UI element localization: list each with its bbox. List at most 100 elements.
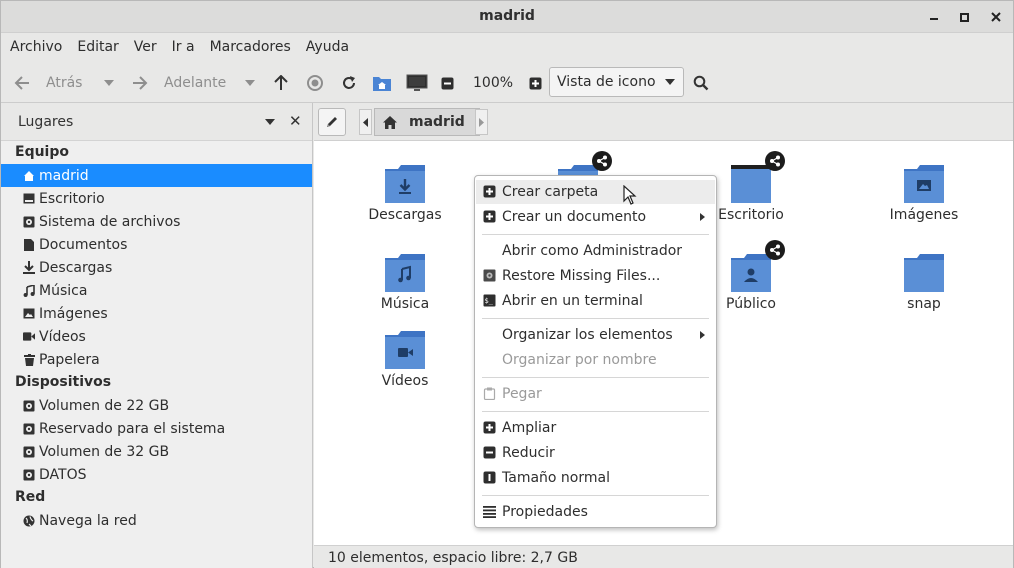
minimize-button[interactable] (925, 8, 943, 26)
sidebar-item-escritorio[interactable]: Escritorio (1, 187, 312, 210)
document-icon (23, 238, 35, 251)
menu-editar[interactable]: Editar (77, 39, 118, 55)
forward-history-dropdown[interactable] (245, 71, 255, 95)
reload-button[interactable] (341, 71, 357, 95)
menu-separator (482, 411, 709, 412)
forward-label: Adelante (164, 75, 227, 91)
back-history-dropdown[interactable] (104, 71, 114, 95)
home-folder-button[interactable] (372, 71, 392, 95)
menu-item-organizar-por-nombre: Organizar por nombre (476, 348, 715, 372)
menu-ir-a[interactable]: Ir a (172, 39, 195, 55)
menu-item-propiedades[interactable]: Propiedades (476, 500, 715, 524)
music-icon (23, 284, 35, 297)
video-icon (23, 330, 35, 343)
sidebar-item-datos[interactable]: DATOS (1, 463, 312, 486)
zoom-out-button[interactable] (441, 71, 454, 95)
trash-icon (23, 353, 35, 366)
menu-item-crear-carpeta[interactable]: Crear carpeta (476, 180, 715, 204)
menu-item-reducir[interactable]: Reducir (476, 441, 715, 465)
paste-icon (483, 387, 496, 400)
sidebar-item-label: Escritorio (39, 190, 105, 207)
sidebar-item-navega-la-red[interactable]: Navega la red (1, 509, 312, 532)
sidebar-mode-dropdown[interactable] (265, 119, 275, 125)
menu-separator (482, 318, 709, 319)
up-button[interactable] (274, 71, 288, 95)
menu-item-label: Abrir en un terminal (502, 293, 643, 309)
add-icon (483, 185, 496, 198)
sidebar-item-label: Vídeos (39, 328, 86, 345)
menu-archivo[interactable]: Archivo (10, 39, 62, 55)
drive-icon (23, 215, 35, 228)
crumb-scroll-right[interactable] (475, 109, 488, 135)
file-item-imagenes[interactable]: Imágenes (864, 165, 984, 223)
chevron-right-icon (479, 117, 484, 127)
forward-button[interactable]: Adelante (132, 71, 226, 95)
sidebar-item-documentos[interactable]: Documentos (1, 233, 312, 256)
computer-button[interactable] (406, 71, 428, 95)
menu-item-restore-missing-files[interactable]: Restore Missing Files... (476, 264, 715, 288)
zoom-in-button[interactable] (529, 71, 542, 95)
edit-location-button[interactable] (318, 108, 346, 136)
home-folder-icon (373, 77, 391, 91)
breadcrumb-label: madrid (409, 114, 465, 130)
file-label: Música (380, 296, 430, 312)
file-item-musica[interactable]: Música (345, 254, 465, 312)
sidebar-item-label: Papelera (39, 351, 100, 368)
sidebar-item-reservado-sistema[interactable]: Reservado para el sistema (1, 417, 312, 440)
sidebar-item-madrid[interactable]: madrid (1, 164, 312, 187)
file-item-descargas[interactable]: Descargas (345, 165, 465, 223)
stop-button[interactable] (307, 71, 323, 95)
file-label: snap (907, 296, 941, 312)
context-menu: Crear carpeta Crear un documento Abrir c… (474, 175, 717, 528)
menu-item-abrir-administrador[interactable]: Abrir como Administrador (476, 239, 715, 263)
menu-item-organizar-elementos[interactable]: Organizar los elementos (476, 323, 715, 347)
menu-item-crear-documento[interactable]: Crear un documento (476, 205, 715, 229)
breadcrumb-madrid[interactable]: madrid (374, 108, 480, 136)
menu-item-pegar: Pegar (476, 382, 715, 406)
menu-ver[interactable]: Ver (134, 39, 157, 55)
sidebar-title: Lugares (18, 113, 74, 130)
sidebar-item-videos[interactable]: Vídeos (1, 325, 312, 348)
sidebar-item-papelera[interactable]: Papelera (1, 348, 312, 371)
toolbar: Atrás Adelante 100% Vista de icono (1, 63, 1013, 103)
file-item-videos[interactable]: Vídeos (345, 331, 465, 389)
back-button[interactable]: Atrás (14, 71, 82, 95)
menu-marcadores[interactable]: Marcadores (210, 39, 291, 55)
view-mode-select[interactable]: Vista de icono (549, 67, 684, 97)
status-text: 10 elementos, espacio libre: 2,7 GB (328, 549, 578, 566)
sidebar-item-label: Sistema de archivos (39, 213, 181, 230)
menu-item-label: Crear carpeta (502, 184, 599, 200)
zoom-reset-icon (483, 471, 496, 484)
folder-image-icon (904, 165, 944, 203)
sidebar-item-label: Navega la red (39, 512, 137, 529)
sidebar-item-musica[interactable]: Música (1, 279, 312, 302)
file-label: Vídeos (381, 373, 429, 389)
menu-separator (482, 234, 709, 235)
menu-item-label: Restore Missing Files... (502, 268, 661, 284)
sidebar-item-sistema-de-archivos[interactable]: Sistema de archivos (1, 210, 312, 233)
share-icon (592, 151, 612, 171)
close-sidebar-icon[interactable]: ✕ (289, 112, 302, 130)
sidebar-item-imagenes[interactable]: Imágenes (1, 302, 312, 325)
maximize-button[interactable] (955, 8, 973, 26)
file-label: Descargas (368, 207, 442, 223)
svg-text:$_: $_ (485, 297, 494, 305)
folder-user-icon (731, 254, 771, 292)
search-button[interactable] (693, 71, 709, 95)
sidebar-section-dispositivos: Dispositivos (15, 374, 112, 390)
menu-separator (482, 377, 709, 378)
crumb-scroll-left[interactable] (359, 109, 372, 135)
file-item-snap[interactable]: snap (864, 254, 984, 312)
back-arrow-icon (14, 76, 29, 90)
sidebar-item-descargas[interactable]: Descargas (1, 256, 312, 279)
close-icon (991, 12, 1001, 22)
menu-item-tamano-normal[interactable]: Tamaño normal (476, 466, 715, 490)
menu-item-abrir-terminal[interactable]: $_ Abrir en un terminal (476, 289, 715, 313)
sidebar-item-label: Música (39, 282, 88, 299)
maximize-icon (959, 12, 969, 22)
menu-item-ampliar[interactable]: Ampliar (476, 416, 715, 440)
sidebar-item-volumen-32gb[interactable]: Volumen de 32 GB (1, 440, 312, 463)
menu-ayuda[interactable]: Ayuda (306, 39, 349, 55)
close-button[interactable] (987, 8, 1005, 26)
sidebar-item-volumen-22gb[interactable]: Volumen de 22 GB (1, 394, 312, 417)
